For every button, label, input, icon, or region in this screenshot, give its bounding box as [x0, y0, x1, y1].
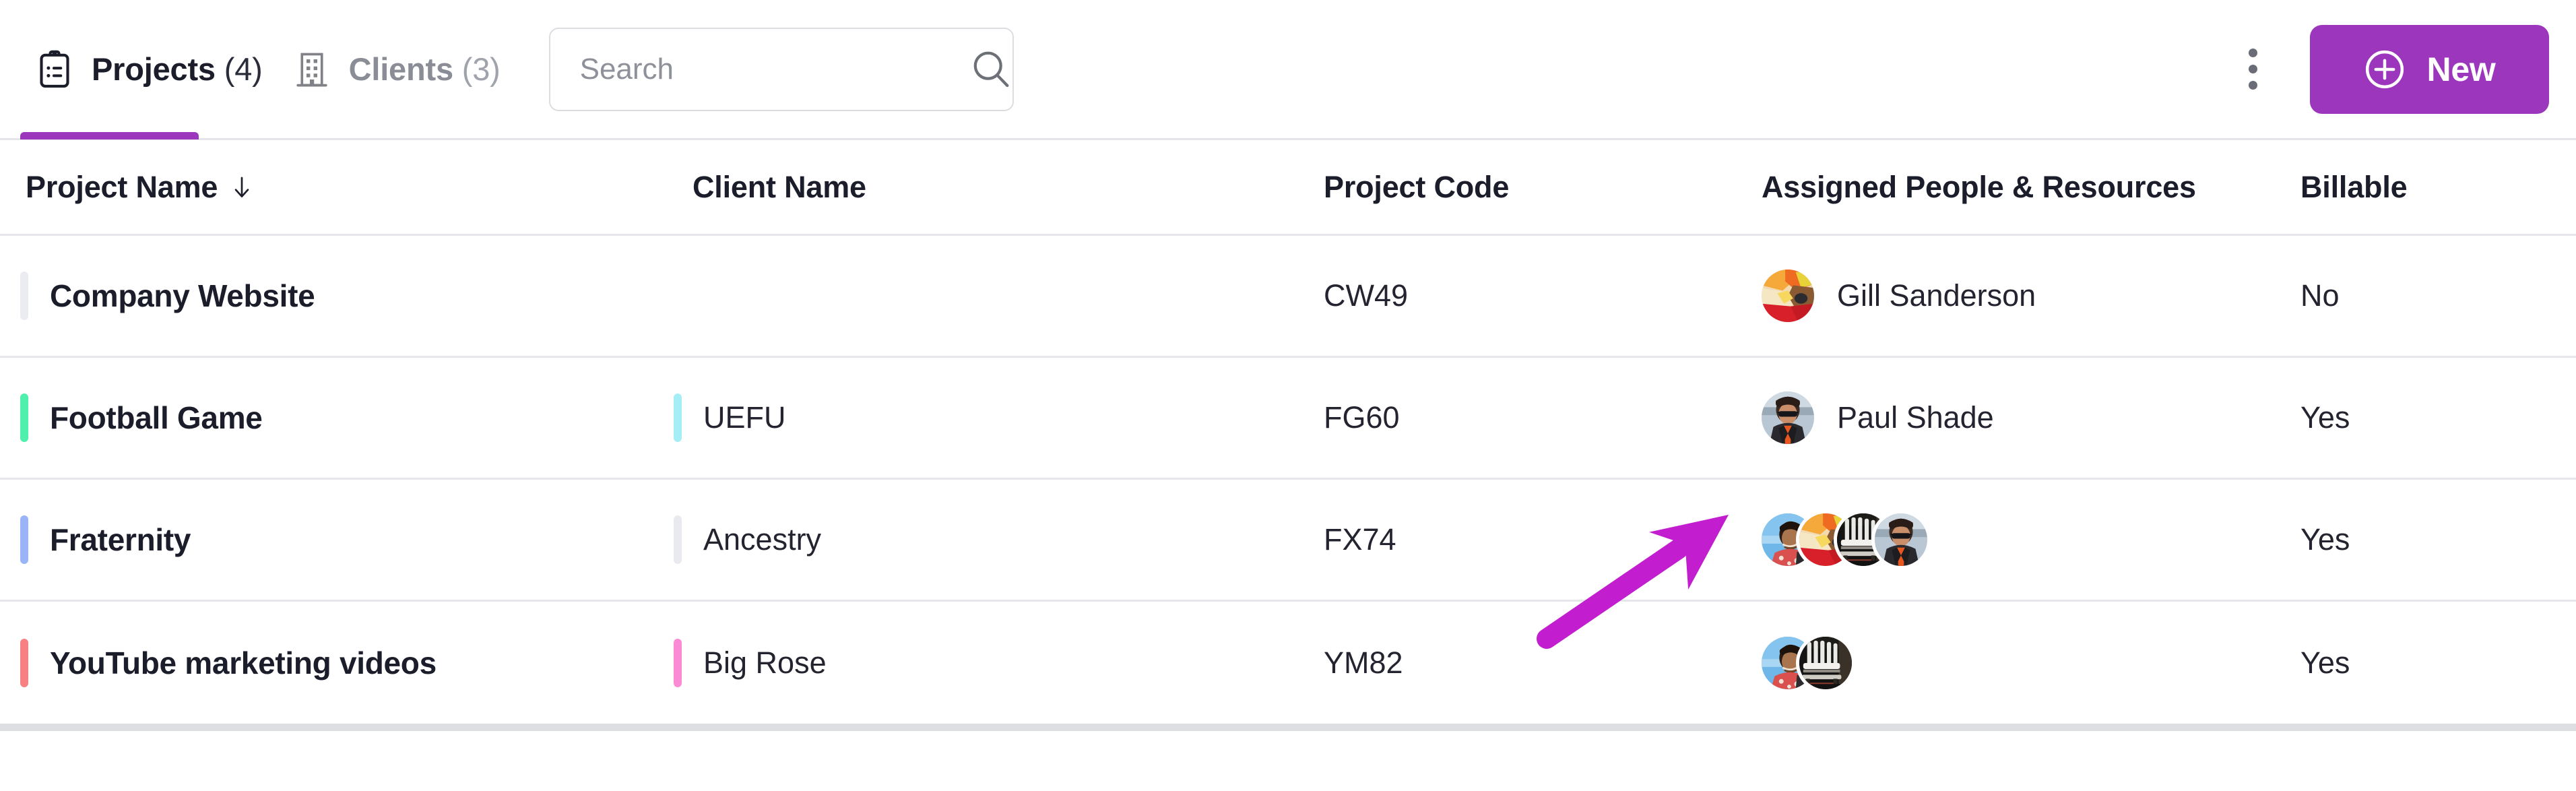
- new-button[interactable]: New: [2310, 24, 2549, 114]
- search-box[interactable]: [548, 27, 1015, 111]
- project-code-text: CW49: [1324, 278, 1409, 313]
- project-code-text: YM82: [1324, 645, 1403, 680]
- cell-billable[interactable]: Yes: [2300, 645, 2576, 681]
- tab-clients-label: Clients (3): [348, 51, 501, 87]
- projects-page: Projects (4) Clients (3) Search New Proj…: [0, 0, 2576, 791]
- table-row[interactable]: Fraternity Ancestry FX74 Yes: [0, 480, 2576, 602]
- cell-project-code[interactable]: YM82: [1324, 645, 1762, 681]
- project-color-bar: [20, 638, 28, 687]
- plus-circle-icon: [2364, 49, 2406, 90]
- column-header-client-name[interactable]: Client Name: [674, 170, 1324, 205]
- cell-project-code[interactable]: FG60: [1324, 400, 1762, 435]
- tab-clients-count: (3): [461, 51, 501, 87]
- tab-bar: Projects (4) Clients (3): [20, 0, 515, 139]
- tab-clients[interactable]: Clients (3): [278, 0, 515, 138]
- search-input[interactable]: [579, 52, 967, 86]
- column-header-project-name-label: Project Name: [26, 169, 218, 204]
- project-name-text: Fraternity: [50, 522, 191, 557]
- avatar-gill[interactable]: [1762, 270, 1814, 322]
- client-color-bar: [674, 638, 682, 687]
- column-header-client-name-label: Client Name: [693, 169, 866, 204]
- avatar-group[interactable]: [1762, 636, 1852, 689]
- tab-active-underline: [20, 132, 199, 139]
- column-header-billable-label: Billable: [2300, 169, 2408, 204]
- bottom-divider: [0, 724, 2576, 731]
- top-toolbar: Projects (4) Clients (3) Search New: [0, 0, 2576, 139]
- tab-projects[interactable]: Projects (4): [20, 0, 278, 139]
- column-header-project-code-label: Project Code: [1324, 169, 1510, 204]
- column-header-assigned-people[interactable]: Assigned People & Resources: [1762, 170, 2300, 205]
- avatar-group[interactable]: [1762, 270, 1814, 322]
- clipboard-icon: [35, 49, 74, 90]
- project-name-text: Company Website: [50, 278, 315, 313]
- avatar-paul[interactable]: [1875, 513, 1927, 566]
- assigned-person-name: Gill Sanderson: [1837, 278, 2036, 313]
- client-name-text: UEFU: [703, 400, 786, 435]
- project-name-text: YouTube marketing videos: [50, 645, 437, 681]
- avatar-group[interactable]: [1762, 513, 1927, 566]
- cell-project-name[interactable]: YouTube marketing videos: [0, 638, 674, 687]
- column-header-project-code[interactable]: Project Code: [1324, 170, 1762, 205]
- kebab-menu-icon[interactable]: [2229, 39, 2276, 100]
- avatar-bench[interactable]: [1799, 636, 1852, 689]
- billable-text: Yes: [2300, 645, 2350, 680]
- cell-client-name[interactable]: UEFU: [674, 393, 1324, 442]
- project-color-bar: [20, 515, 28, 564]
- table-body: Company Website CW49 Gill Sanderson No Foot…: [0, 236, 2576, 724]
- project-color-bar: [20, 393, 28, 442]
- project-code-text: FX74: [1324, 522, 1396, 557]
- table-row[interactable]: YouTube marketing videos Big Rose YM82 Y…: [0, 602, 2576, 724]
- cell-billable[interactable]: No: [2300, 278, 2576, 313]
- building-icon: [292, 49, 331, 90]
- billable-text: Yes: [2300, 522, 2350, 557]
- billable-text: Yes: [2300, 400, 2350, 435]
- sort-descending-icon: [228, 174, 255, 201]
- project-color-bar: [20, 272, 28, 320]
- cell-client-name[interactable]: Ancestry: [674, 515, 1324, 564]
- client-color-bar: [674, 515, 682, 564]
- client-name-text: Big Rose: [703, 645, 827, 680]
- billable-text: No: [2300, 278, 2340, 313]
- cell-project-code[interactable]: CW49: [1324, 278, 1762, 313]
- table-row[interactable]: Company Website CW49 Gill Sanderson No: [0, 236, 2576, 358]
- cell-assigned-people[interactable]: [1762, 513, 2300, 566]
- cell-billable[interactable]: Yes: [2300, 522, 2576, 557]
- cell-client-name[interactable]: Big Rose: [674, 638, 1324, 687]
- cell-billable[interactable]: Yes: [2300, 400, 2576, 435]
- cell-assigned-people[interactable]: Gill Sanderson: [1762, 270, 2300, 322]
- column-header-project-name[interactable]: Project Name: [0, 170, 674, 205]
- column-header-billable[interactable]: Billable: [2300, 170, 2576, 205]
- project-name-text: Football Game: [50, 400, 263, 435]
- cell-assigned-people[interactable]: [1762, 636, 2300, 689]
- tab-projects-label: Projects (4): [92, 51, 263, 87]
- avatar-paul[interactable]: [1762, 391, 1814, 444]
- new-button-label: New: [2426, 50, 2496, 88]
- search-icon[interactable]: [967, 46, 1015, 93]
- project-code-text: FG60: [1324, 400, 1400, 435]
- cell-project-name[interactable]: Football Game: [0, 393, 674, 442]
- cell-assigned-people[interactable]: Paul Shade: [1762, 391, 2300, 444]
- column-header-assigned-people-label: Assigned People & Resources: [1762, 169, 2196, 204]
- avatar-group[interactable]: [1762, 391, 1814, 444]
- cell-project-name[interactable]: Fraternity: [0, 515, 674, 564]
- cell-project-code[interactable]: FX74: [1324, 522, 1762, 557]
- cell-project-name[interactable]: Company Website: [0, 272, 674, 320]
- client-name-text: Ancestry: [703, 522, 822, 557]
- projects-table: Project Name Client Name Project Code As…: [0, 138, 2576, 724]
- client-color-bar: [674, 393, 682, 442]
- assigned-person-name: Paul Shade: [1837, 400, 1994, 435]
- table-row[interactable]: Football Game UEFU FG60 Paul Shade Yes: [0, 358, 2576, 480]
- tab-projects-count: (4): [224, 51, 263, 87]
- table-header-row: Project Name Client Name Project Code As…: [0, 138, 2576, 236]
